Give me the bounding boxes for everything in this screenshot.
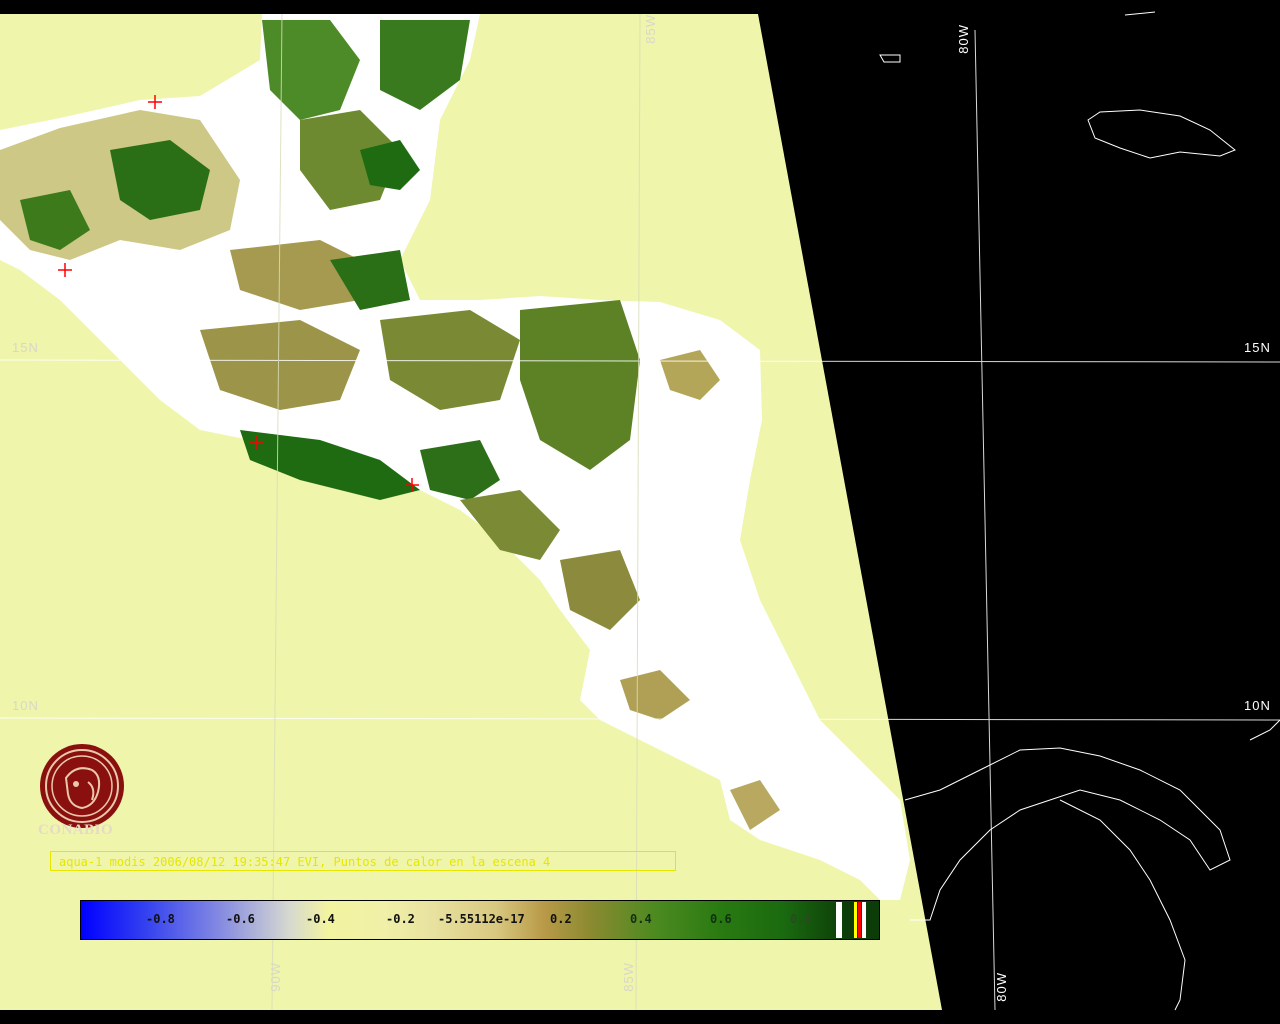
colorbar-tick-label: 0.4	[630, 912, 652, 926]
colorbar-tick-label: 0.6	[710, 912, 732, 926]
colorbar-tick-label: 0.8	[790, 912, 812, 926]
colorbar-tick-label: -0.8	[146, 912, 175, 926]
colorbar-tick-label: -0.6	[226, 912, 255, 926]
lat-label-15n-left: 15N	[12, 340, 39, 355]
colorbar-tick-label: -0.4	[306, 912, 335, 926]
scene-caption: aqua-1 modis 2006/08/12 19:35:47 EVI, Pu…	[50, 851, 676, 871]
lon-label-90w-bottom: 90W	[268, 962, 283, 992]
lat-label-10n-right: 10N	[1244, 698, 1271, 713]
colorbar-cloud-class	[836, 902, 842, 938]
colorbar-extra-class	[862, 902, 866, 938]
lat-label-15n-right: 15N	[1244, 340, 1271, 355]
colorbar-hotspot-red-class	[858, 902, 861, 938]
lon-label-85w-bottom: 85W	[621, 962, 636, 992]
colorbar-tick-label: -0.2	[386, 912, 415, 926]
lon-label-80w-top: 80W	[956, 24, 971, 54]
colorbar-tick-label: 0.2	[550, 912, 572, 926]
conabio-logo-text: CONABIO	[38, 822, 114, 838]
colorbar-hotspot-yellow-class	[854, 902, 857, 938]
colorbar-tick-label: -5.55112e-17	[438, 912, 525, 926]
lat-label-10n-left: 10N	[12, 698, 39, 713]
lon-label-85w-top: 85W	[643, 14, 658, 44]
lon-label-80w-bottom: 80W	[994, 972, 1009, 1002]
